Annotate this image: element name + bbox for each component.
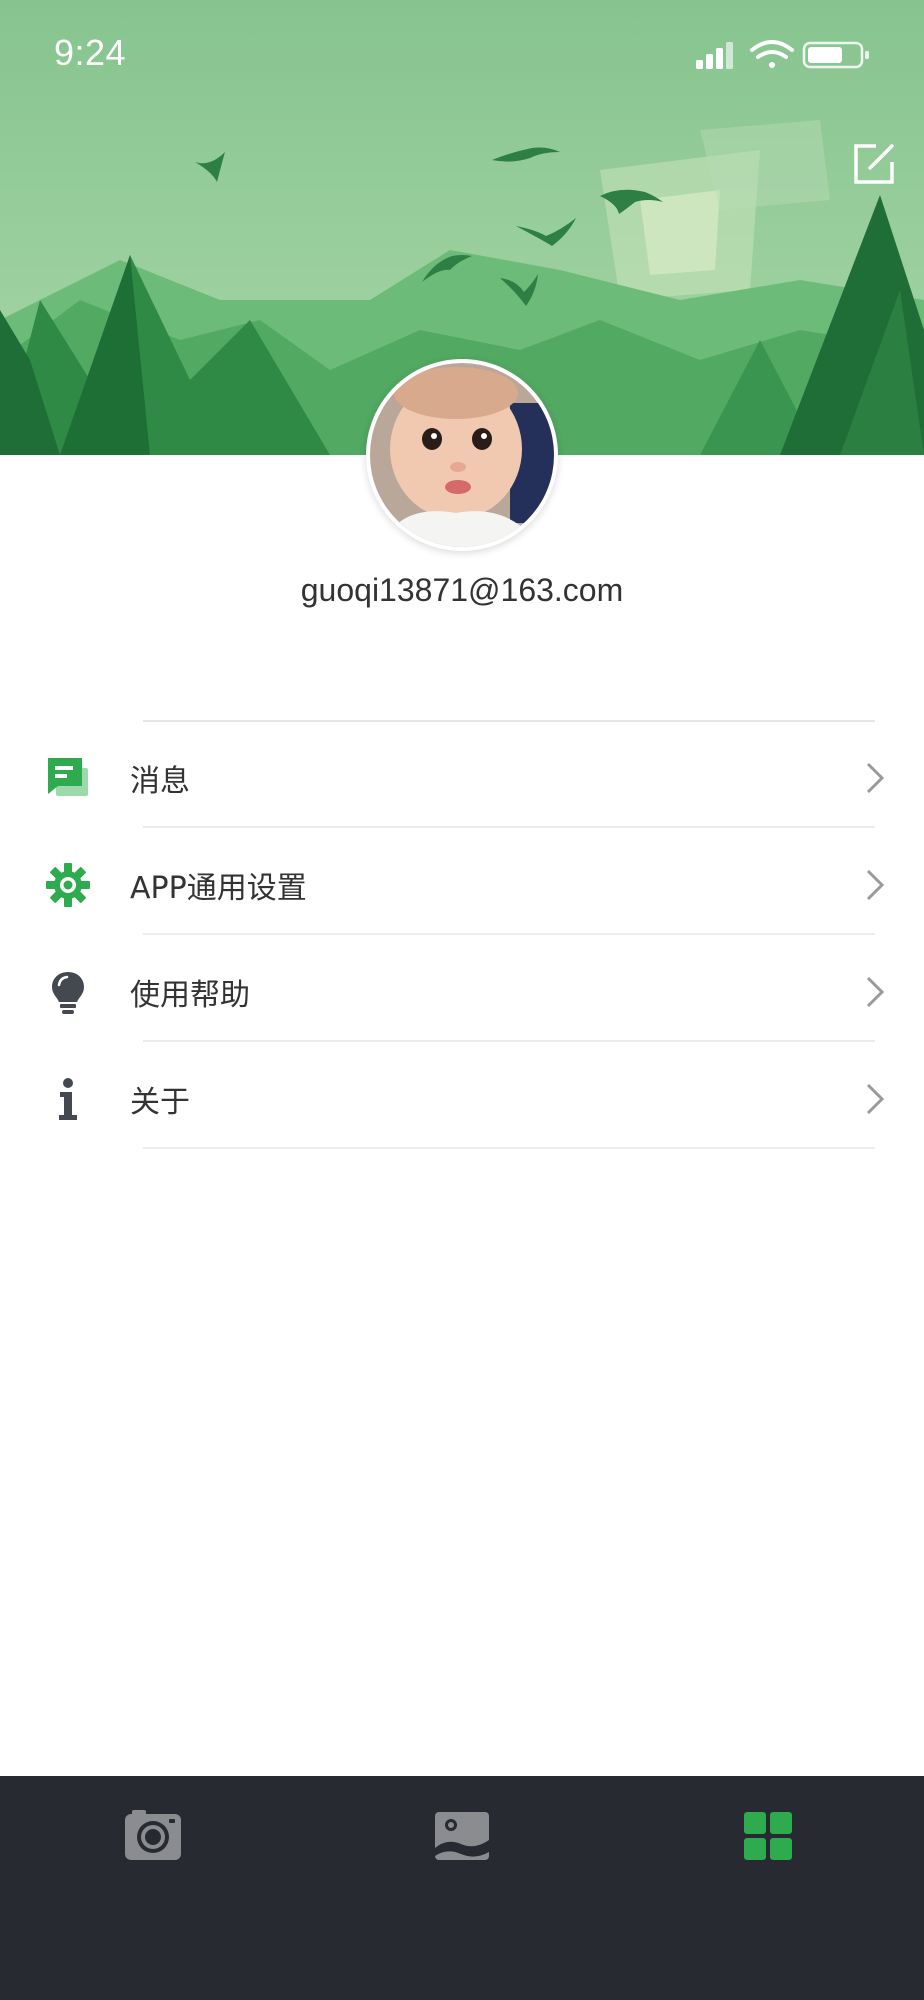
lightbulb-icon xyxy=(52,972,84,1014)
status-time: 9:24 xyxy=(54,32,127,73)
menu-item-help[interactable]: 使用帮助 xyxy=(0,936,924,1042)
menu-item-label: 关于 xyxy=(130,1085,190,1120)
menu-item-about[interactable]: 关于 xyxy=(0,1043,924,1149)
chevron-right-icon xyxy=(866,762,885,794)
divider xyxy=(143,826,875,828)
tab-gallery[interactable] xyxy=(402,1804,522,1884)
menu-item-messages[interactable]: 消息 xyxy=(0,722,924,828)
menu-item-label: APP通用设置 xyxy=(130,871,307,906)
status-bar: 9:24 xyxy=(0,0,924,110)
wifi-icon xyxy=(750,40,794,68)
status-icons xyxy=(696,40,876,70)
tab-camera[interactable] xyxy=(93,1804,213,1884)
divider xyxy=(143,933,875,935)
settings-gear-icon xyxy=(46,863,90,907)
info-icon xyxy=(59,1078,77,1120)
battery-icon xyxy=(802,41,869,69)
bottom-tab-bar xyxy=(0,1776,924,2000)
menu-item-label: 使用帮助 xyxy=(130,978,250,1013)
divider xyxy=(143,1040,875,1042)
signal-icon xyxy=(696,42,733,69)
grid-icon xyxy=(744,1812,792,1860)
edit-icon xyxy=(854,144,894,184)
avatar-photo xyxy=(370,363,554,547)
message-icon xyxy=(48,758,88,796)
divider xyxy=(143,1147,875,1149)
user-email: guoqi13871@163.com xyxy=(300,572,624,608)
gallery-icon xyxy=(435,1812,489,1860)
chevron-right-icon xyxy=(866,976,885,1008)
avatar[interactable] xyxy=(366,359,558,551)
menu-item-app-settings[interactable]: APP通用设置 xyxy=(0,829,924,935)
edit-profile-button[interactable] xyxy=(850,140,898,188)
tab-more[interactable] xyxy=(711,1804,831,1884)
chevron-right-icon xyxy=(866,1083,885,1115)
chevron-right-icon xyxy=(866,869,885,901)
menu-item-label: 消息 xyxy=(130,764,190,799)
camera-icon xyxy=(125,1810,181,1860)
